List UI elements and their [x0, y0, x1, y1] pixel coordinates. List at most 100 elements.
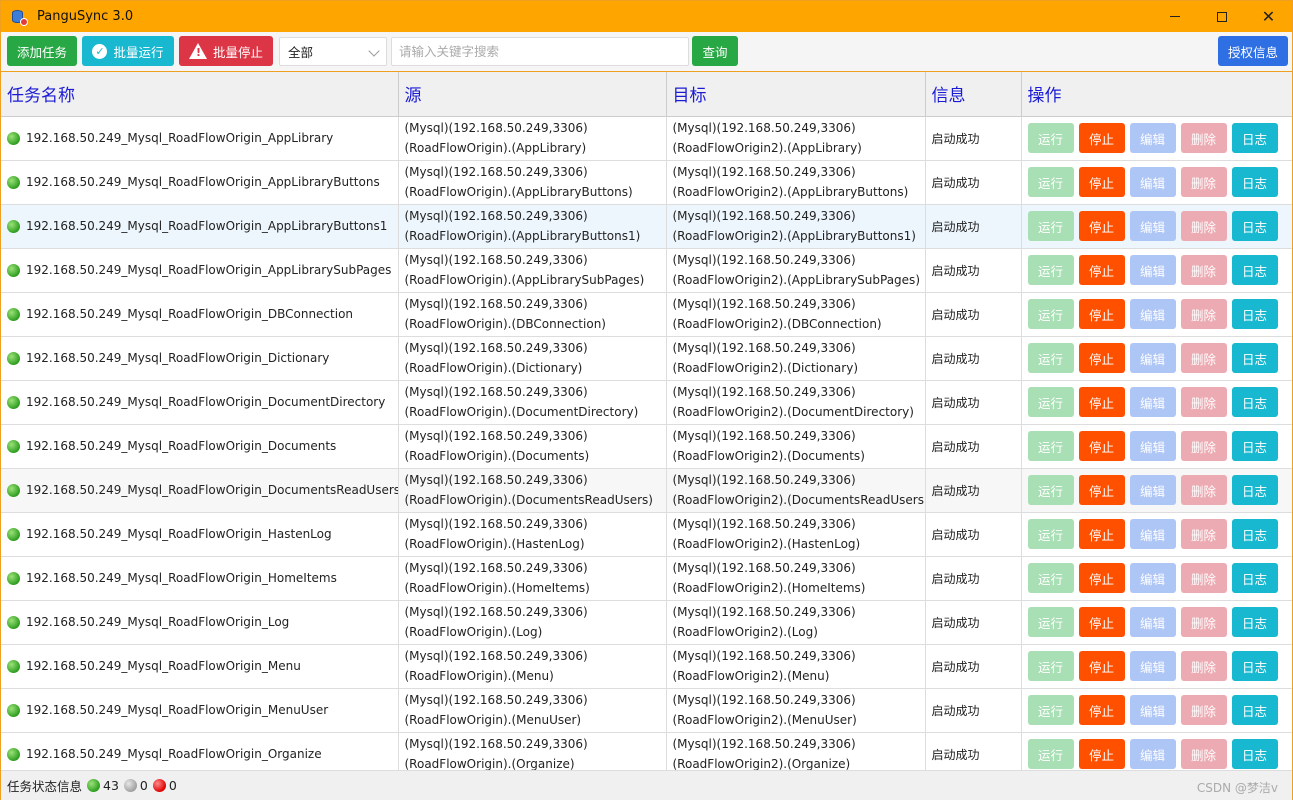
task-name-cell[interactable]: 192.168.50.249_Mysql_RoadFlowOrigin_Docu…	[1, 468, 399, 513]
delete-button[interactable]: 删除	[1180, 739, 1227, 769]
stop-button[interactable]: 停止	[1078, 695, 1125, 725]
delete-button[interactable]: 删除	[1180, 607, 1227, 637]
edit-button[interactable]: 编辑	[1129, 167, 1176, 197]
log-button[interactable]: 日志	[1231, 431, 1278, 461]
target-cell[interactable]: (Mysql)(192.168.50.249,3306) (RoadFlowOri…	[666, 380, 926, 425]
task-name-cell[interactable]: 192.168.50.249_Mysql_RoadFlowOrigin_Dict…	[1, 336, 399, 381]
delete-button[interactable]: 删除	[1180, 563, 1227, 593]
stop-button[interactable]: 停止	[1078, 299, 1125, 329]
task-name-cell[interactable]: 192.168.50.249_Mysql_RoadFlowOrigin_Menu	[1, 644, 399, 689]
log-button[interactable]: 日志	[1231, 343, 1278, 373]
delete-button[interactable]: 删除	[1180, 255, 1227, 285]
table-row[interactable]: 192.168.50.249_Mysql_RoadFlowOrigin_Menu…	[1, 644, 1292, 689]
target-cell[interactable]: (Mysql)(192.168.50.249,3306) (RoadFlowOri…	[666, 732, 926, 770]
table-row[interactable]: 192.168.50.249_Mysql_RoadFlowOrigin_Home…	[1, 556, 1292, 601]
license-info-button[interactable]: 授权信息	[1218, 36, 1288, 66]
target-cell[interactable]: (Mysql)(192.168.50.249,3306) (RoadFlowOri…	[666, 248, 926, 293]
task-name-cell[interactable]: 192.168.50.249_Mysql_RoadFlowOrigin_AppL…	[1, 116, 399, 161]
stop-button[interactable]: 停止	[1078, 167, 1125, 197]
source-cell[interactable]: (Mysql)(192.168.50.249,3306) (RoadFlowOri…	[398, 468, 667, 513]
source-cell[interactable]: (Mysql)(192.168.50.249,3306) (RoadFlowOri…	[398, 732, 667, 770]
search-input[interactable]	[391, 37, 689, 66]
delete-button[interactable]: 删除	[1180, 123, 1227, 153]
status-filter-select[interactable]: 全部	[279, 37, 387, 66]
edit-button[interactable]: 编辑	[1129, 431, 1176, 461]
table-row[interactable]: 192.168.50.249_Mysql_RoadFlowOrigin_Menu…	[1, 688, 1292, 733]
table-row[interactable]: 192.168.50.249_Mysql_RoadFlowOrigin_Orga…	[1, 732, 1292, 770]
table-row[interactable]: 192.168.50.249_Mysql_RoadFlowOrigin_DBCo…	[1, 292, 1292, 337]
source-cell[interactable]: (Mysql)(192.168.50.249,3306) (RoadFlowOri…	[398, 292, 667, 337]
table-row[interactable]: 192.168.50.249_Mysql_RoadFlowOrigin_Hast…	[1, 512, 1292, 557]
task-name-cell[interactable]: 192.168.50.249_Mysql_RoadFlowOrigin_Docu…	[1, 424, 399, 469]
batch-run-button[interactable]: ✓ 批量运行	[82, 36, 174, 66]
stop-button[interactable]: 停止	[1078, 563, 1125, 593]
source-cell[interactable]: (Mysql)(192.168.50.249,3306) (RoadFlowOri…	[398, 644, 667, 689]
column-header-info[interactable]: 信息	[925, 72, 1022, 117]
edit-button[interactable]: 编辑	[1129, 343, 1176, 373]
edit-button[interactable]: 编辑	[1129, 475, 1176, 505]
log-button[interactable]: 日志	[1231, 167, 1278, 197]
table-row[interactable]: 192.168.50.249_Mysql_RoadFlowOrigin_Dict…	[1, 336, 1292, 381]
task-name-cell[interactable]: 192.168.50.249_Mysql_RoadFlowOrigin_AppL…	[1, 248, 399, 293]
log-button[interactable]: 日志	[1231, 387, 1278, 417]
delete-button[interactable]: 删除	[1180, 343, 1227, 373]
source-cell[interactable]: (Mysql)(192.168.50.249,3306) (RoadFlowOri…	[398, 336, 667, 381]
source-cell[interactable]: (Mysql)(192.168.50.249,3306) (RoadFlowOri…	[398, 424, 667, 469]
target-cell[interactable]: (Mysql)(192.168.50.249,3306) (RoadFlowOri…	[666, 204, 926, 249]
log-button[interactable]: 日志	[1231, 255, 1278, 285]
task-name-cell[interactable]: 192.168.50.249_Mysql_RoadFlowOrigin_Hast…	[1, 512, 399, 557]
run-button[interactable]: 运行	[1027, 343, 1074, 373]
stop-button[interactable]: 停止	[1078, 739, 1125, 769]
task-name-cell[interactable]: 192.168.50.249_Mysql_RoadFlowOrigin_Home…	[1, 556, 399, 601]
table-row[interactable]: 192.168.50.249_Mysql_RoadFlowOrigin_Log (…	[1, 600, 1292, 645]
run-button[interactable]: 运行	[1027, 123, 1074, 153]
task-name-cell[interactable]: 192.168.50.249_Mysql_RoadFlowOrigin_Menu…	[1, 688, 399, 733]
stop-button[interactable]: 停止	[1078, 255, 1125, 285]
table-row[interactable]: 192.168.50.249_Mysql_RoadFlowOrigin_AppL…	[1, 204, 1292, 249]
log-button[interactable]: 日志	[1231, 519, 1278, 549]
column-header-ops[interactable]: 操作	[1021, 72, 1292, 117]
source-cell[interactable]: (Mysql)(192.168.50.249,3306) (RoadFlowOri…	[398, 380, 667, 425]
column-header-name[interactable]: 任务名称	[1, 72, 399, 117]
source-cell[interactable]: (Mysql)(192.168.50.249,3306) (RoadFlowOri…	[398, 600, 667, 645]
close-button[interactable]: ✕	[1245, 1, 1292, 32]
edit-button[interactable]: 编辑	[1129, 695, 1176, 725]
table-row[interactable]: 192.168.50.249_Mysql_RoadFlowOrigin_Docu…	[1, 468, 1292, 513]
source-cell[interactable]: (Mysql)(192.168.50.249,3306) (RoadFlowOri…	[398, 160, 667, 205]
task-name-cell[interactable]: 192.168.50.249_Mysql_RoadFlowOrigin_Docu…	[1, 380, 399, 425]
edit-button[interactable]: 编辑	[1129, 651, 1176, 681]
stop-button[interactable]: 停止	[1078, 651, 1125, 681]
batch-stop-button[interactable]: ! 批量停止	[179, 36, 273, 66]
edit-button[interactable]: 编辑	[1129, 739, 1176, 769]
edit-button[interactable]: 编辑	[1129, 299, 1176, 329]
table-row[interactable]: 192.168.50.249_Mysql_RoadFlowOrigin_Docu…	[1, 424, 1292, 469]
stop-button[interactable]: 停止	[1078, 475, 1125, 505]
task-name-cell[interactable]: 192.168.50.249_Mysql_RoadFlowOrigin_AppL…	[1, 160, 399, 205]
table-row[interactable]: 192.168.50.249_Mysql_RoadFlowOrigin_Docu…	[1, 380, 1292, 425]
target-cell[interactable]: (Mysql)(192.168.50.249,3306) (RoadFlowOri…	[666, 336, 926, 381]
stop-button[interactable]: 停止	[1078, 607, 1125, 637]
edit-button[interactable]: 编辑	[1129, 123, 1176, 153]
source-cell[interactable]: (Mysql)(192.168.50.249,3306) (RoadFlowOri…	[398, 556, 667, 601]
delete-button[interactable]: 删除	[1180, 475, 1227, 505]
target-cell[interactable]: (Mysql)(192.168.50.249,3306) (RoadFlowOri…	[666, 644, 926, 689]
column-header-source[interactable]: 源	[398, 72, 667, 117]
target-cell[interactable]: (Mysql)(192.168.50.249,3306) (RoadFlowOri…	[666, 292, 926, 337]
log-button[interactable]: 日志	[1231, 211, 1278, 241]
delete-button[interactable]: 删除	[1180, 695, 1227, 725]
log-button[interactable]: 日志	[1231, 695, 1278, 725]
target-cell[interactable]: (Mysql)(192.168.50.249,3306) (RoadFlowOri…	[666, 600, 926, 645]
delete-button[interactable]: 删除	[1180, 211, 1227, 241]
title-bar[interactable]: PanguSync 3.0 ✕	[1, 1, 1292, 32]
run-button[interactable]: 运行	[1027, 475, 1074, 505]
table-row[interactable]: 192.168.50.249_Mysql_RoadFlowOrigin_AppL…	[1, 116, 1292, 161]
delete-button[interactable]: 删除	[1180, 519, 1227, 549]
minimize-button[interactable]	[1151, 1, 1198, 32]
delete-button[interactable]: 删除	[1180, 651, 1227, 681]
edit-button[interactable]: 编辑	[1129, 563, 1176, 593]
target-cell[interactable]: (Mysql)(192.168.50.249,3306) (RoadFlowOri…	[666, 512, 926, 557]
table-row[interactable]: 192.168.50.249_Mysql_RoadFlowOrigin_AppL…	[1, 248, 1292, 293]
task-name-cell[interactable]: 192.168.50.249_Mysql_RoadFlowOrigin_AppL…	[1, 204, 399, 249]
log-button[interactable]: 日志	[1231, 123, 1278, 153]
target-cell[interactable]: (Mysql)(192.168.50.249,3306) (RoadFlowOri…	[666, 160, 926, 205]
